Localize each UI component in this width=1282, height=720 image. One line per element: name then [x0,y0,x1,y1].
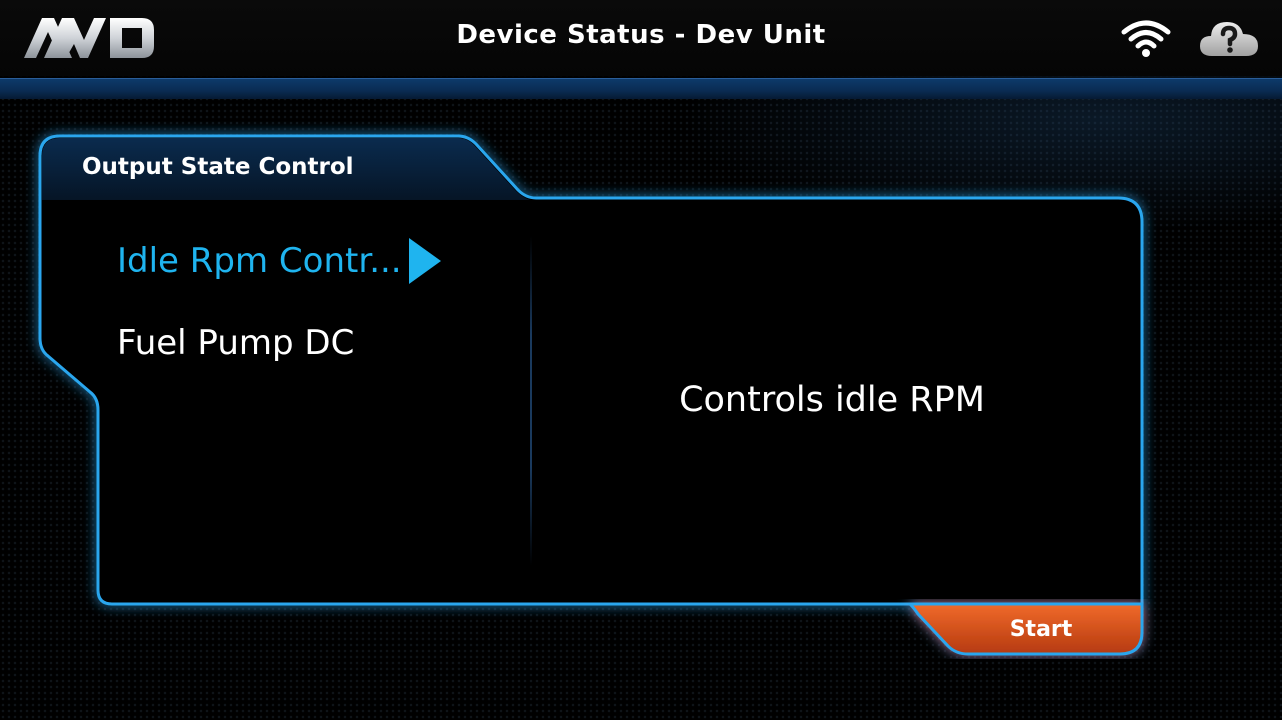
list-item-idle-rpm[interactable]: Idle Rpm Contr... [117,232,447,314]
list-item-fuel-pump[interactable]: Fuel Pump DC [117,314,447,396]
play-arrow-icon [409,238,441,284]
list-item-label: Fuel Pump DC [117,323,355,363]
panel-title: Output State Control [82,154,354,180]
list-item-label: Idle Rpm Contr... [117,241,402,281]
output-list: Idle Rpm Contr... Fuel Pump DC [117,232,447,396]
start-button-label: Start [1009,617,1073,642]
description-text: Controls idle RPM [679,380,985,420]
